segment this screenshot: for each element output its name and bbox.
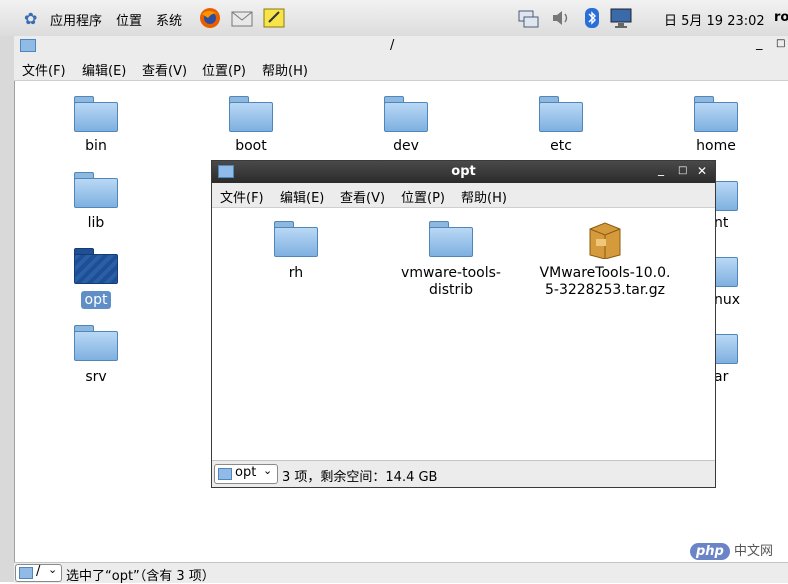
menu-file[interactable]: 文件(F) (22, 60, 66, 79)
folder-icon (694, 96, 738, 132)
menu-help[interactable]: 帮助(H) (262, 60, 308, 79)
folder-icon (74, 96, 118, 132)
folder-icon[interactable] (714, 175, 738, 211)
folder-label: bin (85, 138, 107, 154)
maximize-button[interactable]: □ (678, 165, 687, 176)
menu-file[interactable]: 文件(F) (220, 187, 264, 206)
gnome-foot-icon[interactable]: ✿ (24, 9, 42, 28)
main-menu-bar: 文件(F) 编辑(E) 查看(V) 位置(P) 帮助(H) (14, 58, 788, 81)
top-panel: ✿ 应用程序 位置 系统 日 5月 19 23:02 ro (0, 0, 788, 37)
firefox-icon[interactable] (198, 6, 222, 30)
folder-label-partial: nt (714, 215, 729, 231)
folder-icon (384, 96, 428, 132)
opt-window-titlebar[interactable]: opt _ □ ✕ (212, 161, 715, 183)
item-label-line1: VMwareTools-10.0. (539, 265, 671, 281)
watermark-logo: php (690, 543, 730, 560)
minimize-button[interactable]: _ (658, 162, 664, 176)
folder-icon (229, 96, 273, 132)
user-name-partial[interactable]: ro (774, 10, 788, 25)
archive-package-icon (589, 222, 621, 259)
display-icon[interactable] (609, 6, 633, 30)
folder-label: srv (85, 369, 107, 385)
menu-view[interactable]: 查看(V) (142, 60, 187, 79)
panel-clock[interactable]: 日 5月 19 23:02 (664, 10, 765, 29)
item-label-line2: distrib (428, 282, 474, 298)
main-status-text: 选中了“opt”（含有 3 项） (66, 569, 215, 584)
opt-status-text: 3 项，剩余空间：14.4 GB (282, 470, 438, 485)
window-left-border (0, 36, 15, 582)
folder-small-icon (218, 468, 232, 480)
menu-view[interactable]: 查看(V) (340, 187, 385, 206)
location-dropdown[interactable]: / ⌄ (15, 563, 62, 582)
folder-label: lib (87, 215, 105, 231)
applications-menu[interactable]: 应用程序 (50, 10, 102, 29)
folder-icon (274, 221, 318, 257)
folder-small-icon (20, 39, 36, 52)
folder-small-icon (19, 567, 33, 579)
opt-status-bar: opt ⌄ 3 项，剩余空间：14.4 GB (212, 460, 715, 487)
folder-label: dev (393, 138, 419, 154)
folder-label: boot (235, 138, 267, 154)
item-label-line1: vmware-tools- (401, 265, 501, 281)
watermark-text: 中文网 (734, 544, 774, 559)
menu-edit[interactable]: 编辑(E) (82, 60, 126, 79)
text-editor-icon[interactable] (262, 6, 286, 30)
mail-client-icon[interactable] (230, 6, 254, 30)
location-value: / (36, 564, 41, 579)
chevron-down-icon: ⌄ (263, 464, 273, 477)
volume-icon[interactable] (549, 6, 573, 30)
folder-icon (539, 96, 583, 132)
folder-icon[interactable] (714, 328, 738, 364)
main-window-path: / (390, 38, 395, 53)
location-dropdown[interactable]: opt ⌄ (214, 464, 278, 484)
folder-icon (429, 221, 473, 257)
chevron-down-icon: ⌄ (48, 563, 58, 576)
network-icon[interactable] (516, 6, 540, 30)
location-value: opt (235, 465, 257, 480)
folder-label-partial: ar (714, 369, 729, 385)
selected-label: opt (80, 291, 112, 309)
folder-label: home (696, 138, 736, 154)
menu-help[interactable]: 帮助(H) (461, 187, 507, 206)
item-label-line2: 5-3228253.tar.gz (545, 282, 665, 298)
opt-menu-bar: 文件(F) 编辑(E) 查看(V) 位置(P) 帮助(H) (212, 183, 715, 208)
item-label: rh (288, 265, 304, 281)
bluetooth-icon[interactable] (580, 6, 604, 30)
folder-icon[interactable] (714, 251, 738, 287)
main-window-titlebar[interactable]: / _ □ (14, 36, 788, 58)
folder-label: opt (46, 291, 146, 309)
folder-icon (74, 248, 118, 284)
close-button[interactable]: ✕ (697, 164, 707, 178)
minimize-button[interactable]: _ (756, 36, 763, 51)
folder-label-partial: nux (714, 292, 741, 308)
maximize-button[interactable]: □ (776, 38, 785, 49)
opt-window: opt _ □ ✕ 文件(F) 编辑(E) 查看(V) 位置(P) 帮助(H) … (211, 160, 716, 488)
folder-icon (74, 172, 118, 208)
opt-window-title: opt (451, 164, 476, 179)
folder-icon (74, 325, 118, 361)
places-menu[interactable]: 位置 (116, 10, 142, 29)
menu-places[interactable]: 位置(P) (401, 187, 445, 206)
system-menu[interactable]: 系统 (156, 10, 182, 29)
folder-label: etc (550, 138, 572, 154)
watermark: php 中文网 (690, 540, 774, 560)
main-status-bar: / ⌄ 选中了“opt”（含有 3 项） (14, 562, 788, 584)
menu-edit[interactable]: 编辑(E) (280, 187, 324, 206)
menu-places[interactable]: 位置(P) (202, 60, 246, 79)
